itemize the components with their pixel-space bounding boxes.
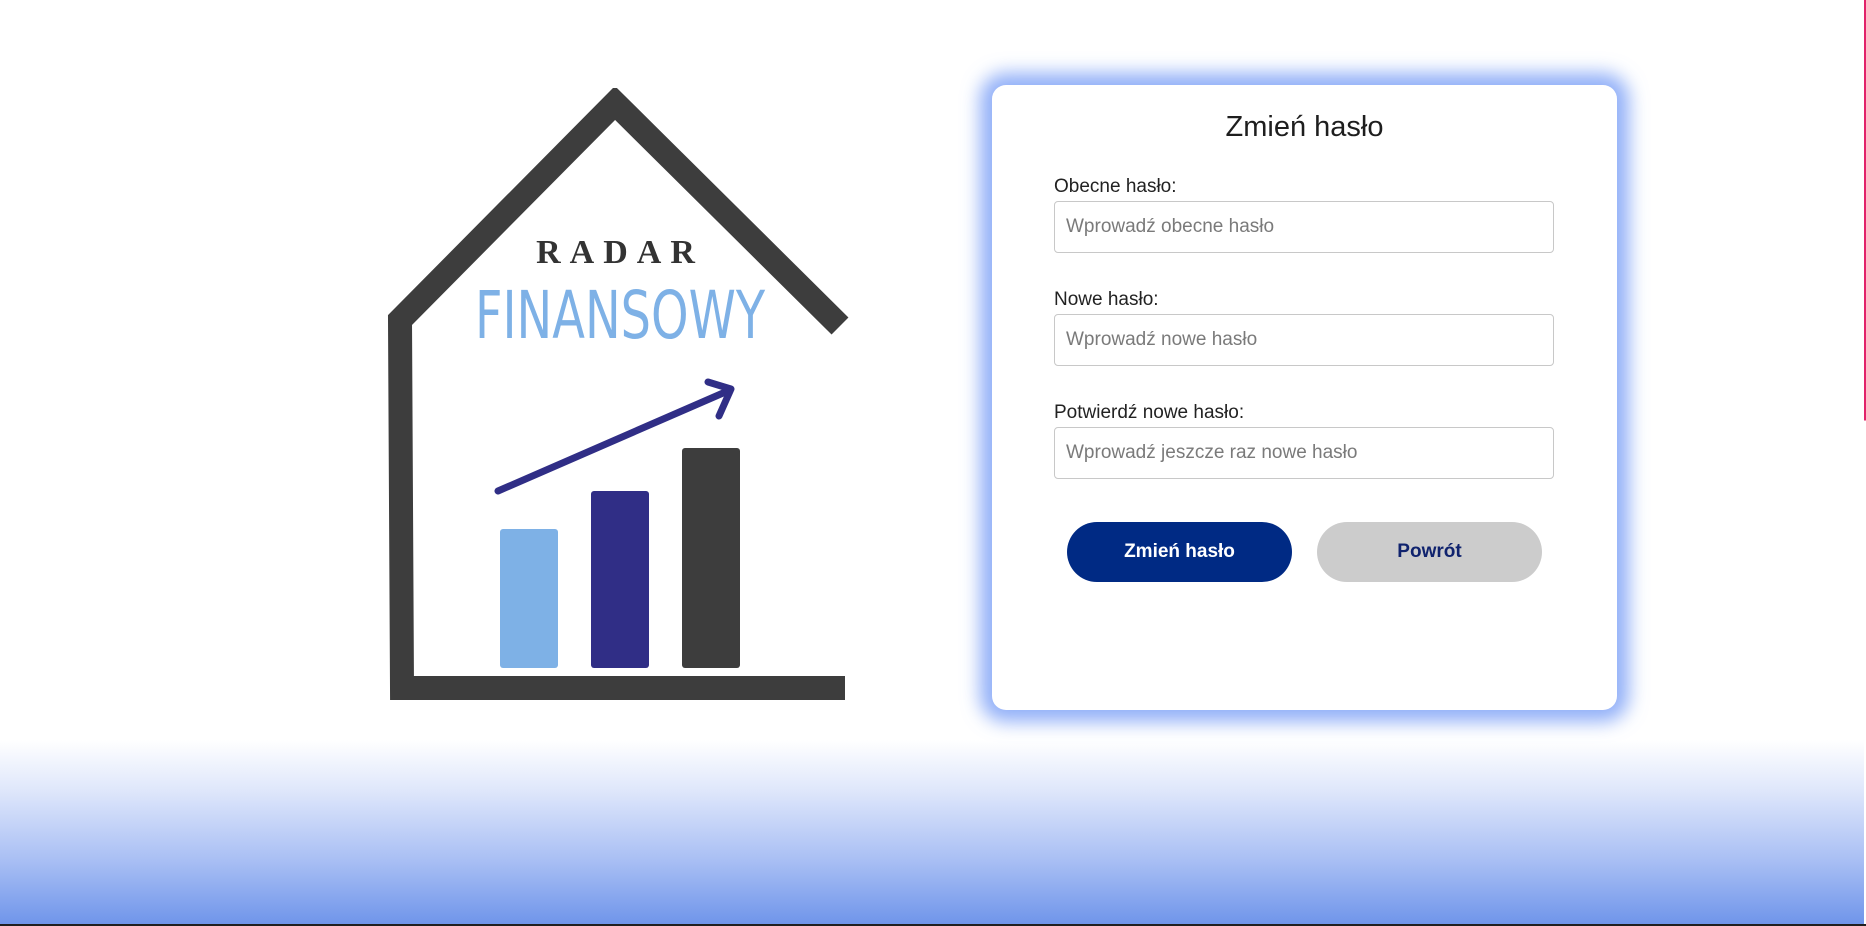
logo-bar-large (682, 448, 740, 668)
change-password-button[interactable]: Zmień hasło (1067, 522, 1292, 582)
confirm-password-label: Potwierdź nowe hasło: (1054, 402, 1245, 423)
radar-finansowy-logo: RADAR FINANSOWY (380, 88, 860, 708)
logo-bar-medium (591, 491, 649, 668)
current-password-label: Obecne hasło: (1054, 176, 1177, 197)
confirm-password-input[interactable] (1054, 427, 1554, 479)
change-password-card: Zmień hasło Obecne hasło: Nowe hasło: Po… (992, 85, 1617, 710)
new-password-input[interactable] (1054, 314, 1554, 366)
form-title: Zmień hasło (1225, 111, 1384, 143)
logo-text-finansowy: FINANSOWY (475, 277, 766, 354)
logo-text-radar: RADAR (536, 234, 704, 271)
logo-bar-small (500, 529, 558, 668)
back-button[interactable]: Powrót (1317, 522, 1542, 582)
current-password-input[interactable] (1054, 201, 1554, 253)
new-password-label: Nowe hasło: (1054, 289, 1159, 310)
